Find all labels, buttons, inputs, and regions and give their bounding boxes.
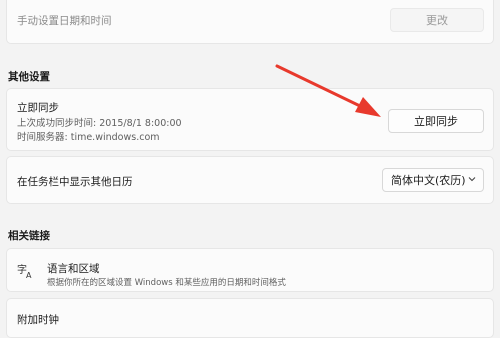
language-region-card[interactable]: 字 A 语言和区域 根据你所在的区域设置 Windows 和某些应用的日期和时间… xyxy=(6,248,494,292)
time-server: 时间服务器: time.windows.com xyxy=(17,132,160,143)
last-sync-time: 上次成功同步时间: 2015/8/1 8:00:00 xyxy=(17,118,182,129)
sync-now-card: 立即同步 上次成功同步时间: 2015/8/1 8:00:00 时间服务器: t… xyxy=(6,88,494,151)
change-time-button[interactable]: 更改 xyxy=(390,8,484,32)
language-region-icon: 字 A xyxy=(17,263,35,280)
language-region-title: 语言和区域 xyxy=(47,263,100,275)
sync-title: 立即同步 xyxy=(17,102,59,114)
other-settings-heading: 其他设置 xyxy=(8,71,50,83)
calendar-label: 在任务栏中显示其他日历 xyxy=(17,176,133,188)
calendar-dropdown-value: 简体中文(农历) xyxy=(391,174,466,187)
sync-now-button[interactable]: 立即同步 xyxy=(388,109,484,133)
svg-text:A: A xyxy=(26,271,32,279)
additional-clocks-card[interactable]: 附加时钟 xyxy=(6,298,494,338)
related-links-heading: 相关链接 xyxy=(8,230,50,242)
language-region-description: 根据你所在的区域设置 Windows 和某些应用的日期和时间格式 xyxy=(47,278,286,288)
additional-clocks-title: 附加时钟 xyxy=(17,314,59,326)
manual-time-label: 手动设置日期和时间 xyxy=(17,15,112,27)
manual-time-card: 手动设置日期和时间 更改 xyxy=(6,0,494,44)
chevron-down-icon xyxy=(467,174,477,184)
calendar-dropdown[interactable]: 简体中文(农历) xyxy=(382,168,484,192)
calendar-card: 在任务栏中显示其他日历 简体中文(农历) xyxy=(6,156,494,204)
